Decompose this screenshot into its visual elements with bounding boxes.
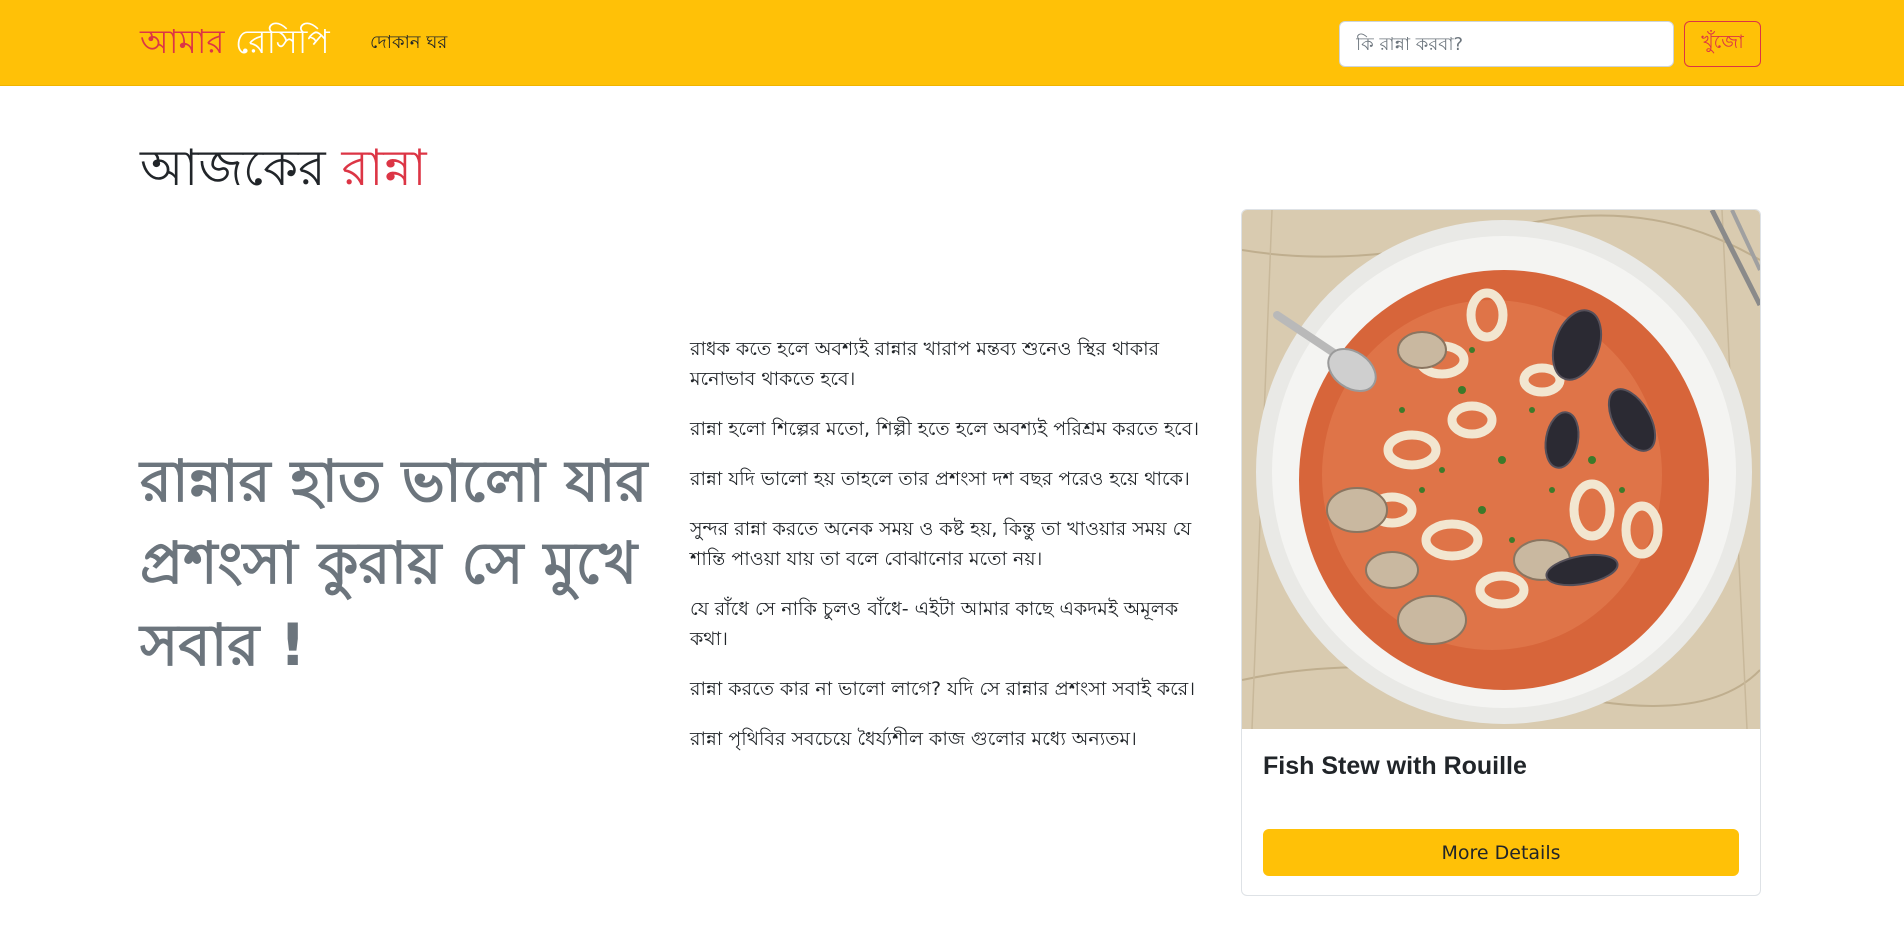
search-button[interactable]: খুঁজো xyxy=(1684,21,1761,67)
quote-item: রান্না করতে কার না ভালো লাগে? যদি সে রান… xyxy=(690,678,1196,700)
quote-item: রাধক কতে হলে অবশ্যই রান্নার খারাপ মন্তব্… xyxy=(690,338,1160,390)
quote-item: সুন্দর রান্না করতে অনেক সময় ও কষ্ট হয়,… xyxy=(690,518,1192,570)
page-title-part2: রান্না xyxy=(341,139,427,197)
brand-part2: রেসিপি xyxy=(235,22,330,61)
page-title-part1: আজকের xyxy=(140,139,326,197)
search-input[interactable] xyxy=(1339,21,1674,67)
quote-item: রান্না হলো শিল্পের মতো, শিল্পী হতে হলে অ… xyxy=(690,418,1200,440)
recipe-image xyxy=(1242,210,1760,729)
more-details-button[interactable]: More Details xyxy=(1263,829,1739,876)
recipe-card: Fish Stew with Rouille More Details xyxy=(1241,209,1761,896)
nav-link-shop[interactable]: দোকান ঘর xyxy=(370,30,447,56)
recipe-card-title: Fish Stew with Rouille xyxy=(1263,752,1527,780)
brand-logo[interactable]: আমার রেসিপি xyxy=(140,20,330,64)
brand-part1: আমার xyxy=(140,22,225,61)
quotes-list: রাধক কতে হলে অবশ্যই রান্নার খারাপ মন্তব্… xyxy=(690,334,1220,774)
quote-item: যে রাঁধে সে নাকি চুলও বাঁধে- এইটা আমার ক… xyxy=(690,598,1179,650)
slogan-heading: রান্নার হাত ভালো যার প্রশংসা কুরায় সে ম… xyxy=(140,447,648,679)
navbar: আমার রেসিপি দোকান ঘর খুঁজো xyxy=(0,0,1904,86)
quote-item: রান্না যদি ভালো হয় তাহলে তার প্রশংসা দশ… xyxy=(690,468,1190,490)
page-title: আজকের রান্না xyxy=(140,135,427,201)
quote-item: রান্না পৃথিবির সবচেয়ে ধৈর্য্যশীল কাজ গু… xyxy=(690,728,1137,750)
